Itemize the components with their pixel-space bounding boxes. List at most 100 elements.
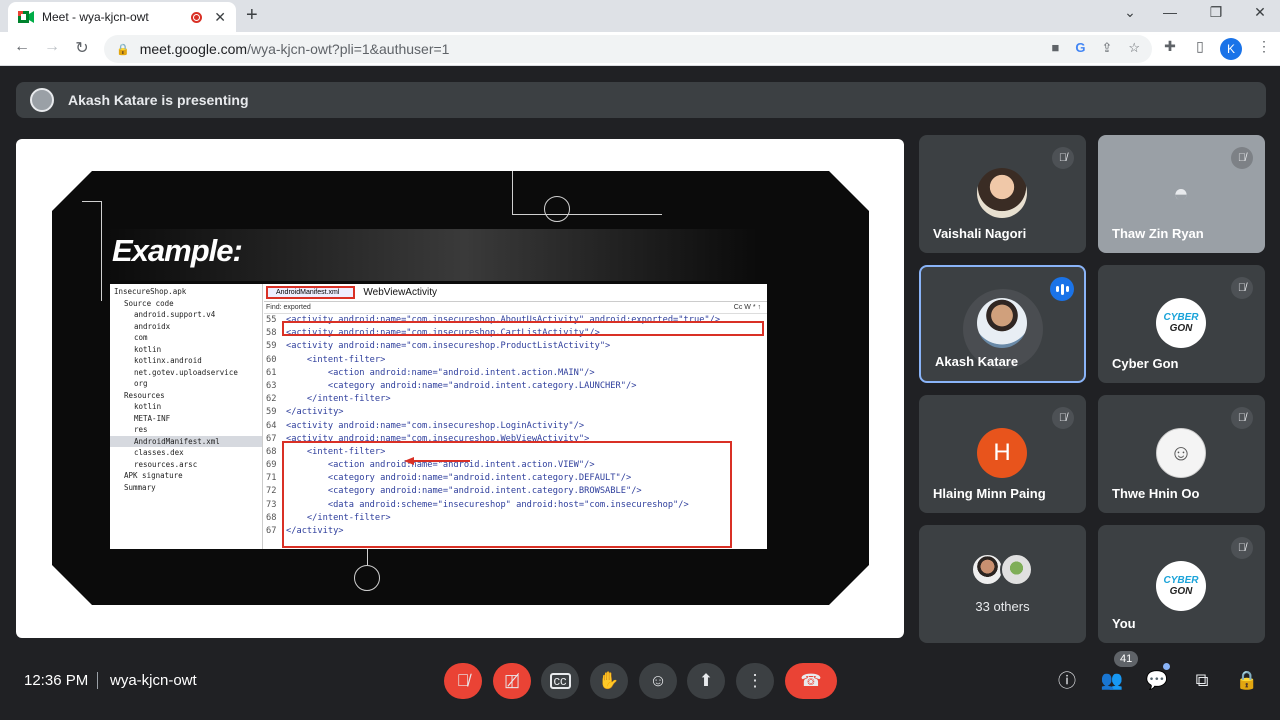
tree-item: Summary — [124, 482, 156, 492]
browser-toolbar: ← → ↻ 🔒 meet.google.com /wya-kjcn-owt?pl… — [0, 32, 1280, 66]
participant-photo — [977, 298, 1027, 348]
tree-item: APK signature — [124, 471, 183, 480]
camera-off-avatar-icon: ◓ — [1173, 177, 1189, 208]
tab-search-icon[interactable]: ⌄ — [1120, 4, 1140, 21]
close-tab-icon[interactable]: ✕ — [214, 9, 226, 26]
profile-avatar[interactable]: K — [1220, 38, 1242, 60]
tab-webviewactivity: WebViewActivity — [363, 287, 437, 298]
more-options-button[interactable]: ⋮ — [736, 663, 774, 699]
meeting-info-button[interactable]: ⓘ — [1054, 667, 1080, 693]
mic-off-icon: 🎙̸ — [1231, 147, 1253, 169]
present-button[interactable]: ⬆︎ — [687, 663, 725, 699]
slide-decoration — [82, 201, 102, 301]
raise-hand-button[interactable]: ✋ — [590, 663, 628, 699]
logo-line-2: GON — [1169, 323, 1193, 334]
tree-item: META-INF — [134, 413, 171, 423]
participant-tile-active[interactable]: Akash Katare — [919, 265, 1086, 383]
reload-icon[interactable]: ↻ — [72, 38, 92, 58]
presentation-stage: Example: InsecureShop.apk Source code andr… — [16, 139, 904, 638]
line-number: 62 — [266, 394, 277, 405]
mic-off-icon: 🎙̸ — [1231, 407, 1253, 429]
camera-toggle-button[interactable]: ◫̸ — [493, 663, 531, 699]
browser-tab[interactable]: Meet - wya-kjcn-owt ✕ — [8, 2, 236, 32]
divider — [97, 672, 98, 689]
google-icon[interactable]: G — [1075, 40, 1085, 56]
tree-item: Source code — [124, 298, 174, 308]
cyber-gon-logo: CYBER GON — [1156, 298, 1206, 348]
others-count: 33 others — [975, 599, 1030, 614]
forward-icon[interactable]: → — [42, 38, 62, 56]
presenting-banner: Akash Katare is presenting — [16, 82, 1266, 118]
hand-icon: ✋ — [598, 671, 620, 690]
mic-off-icon: 🎙̸ — [1231, 537, 1253, 559]
file-tree: InsecureShop.apk Source code android.suppo… — [110, 284, 263, 549]
chat-button[interactable]: 💬 — [1144, 667, 1170, 693]
logo-line-2: GON — [1169, 586, 1193, 597]
people-button[interactable]: 👥 — [1099, 667, 1125, 693]
mic-toggle-button[interactable]: 🎙̸ — [444, 663, 482, 699]
speaking-indicator-icon — [1050, 277, 1074, 301]
code-line: 64 <activity android:name="com.insecuresh… — [264, 420, 767, 433]
maximize-button[interactable]: ❐ — [1206, 4, 1226, 21]
activities-button[interactable]: ⧉ — [1189, 667, 1215, 693]
participant-tile[interactable]: ◓ 🎙̸ Thaw Zin Ryan — [1098, 135, 1265, 253]
code-line: 63 <category android:name="android.inten… — [264, 380, 767, 393]
minimize-button[interactable]: — — [1160, 4, 1180, 20]
participant-tile[interactable]: CYBER GON 🎙̸ Cyber Gon — [1098, 265, 1265, 383]
line-number: 64 — [266, 420, 277, 431]
close-window-button[interactable]: ✕ — [1250, 4, 1270, 21]
reactions-button[interactable]: ☺ — [639, 663, 677, 699]
find-tools: Cc W * ↑ — [733, 304, 761, 311]
address-bar[interactable]: 🔒 meet.google.com /wya-kjcn-owt?pli=1&au… — [104, 35, 1152, 63]
participant-photo: ☺ — [1156, 428, 1206, 478]
decompiler-window: InsecureShop.apk Source code android.suppo… — [110, 284, 767, 549]
participant-name: Thwe Hnin Oo — [1112, 486, 1200, 501]
self-tile[interactable]: CYBER GON 🎙̸ You — [1098, 525, 1265, 643]
code-line: 60 <intent-filter> — [264, 354, 767, 367]
recording-icon — [191, 11, 203, 23]
line-number: 59 — [266, 341, 277, 352]
menu-icon[interactable]: ⋮ — [1254, 38, 1274, 55]
participant-tile[interactable]: H 🎙̸ Hlaing Minn Paing — [919, 395, 1086, 513]
mic-off-icon: 🎙̸ — [1231, 277, 1253, 299]
code-line: 62 </intent-filter> — [264, 393, 767, 406]
extensions-icon[interactable]: ✚ — [1160, 38, 1180, 55]
tree-item: Resources — [124, 390, 165, 400]
phone-hangup-icon: ☎ — [800, 671, 822, 690]
logo-line-1: CYBER — [1163, 575, 1199, 586]
participant-tile[interactable]: 🎙̸ Vaishali Nagori — [919, 135, 1086, 253]
presenter-avatar — [30, 88, 54, 112]
highlight-exported-activity — [282, 321, 764, 336]
more-vert-icon: ⋮ — [746, 671, 764, 690]
tree-item: AndroidManifest.xml — [110, 435, 262, 447]
slide: Example: InsecureShop.apk Source code andr… — [52, 171, 869, 605]
share-icon[interactable]: ⇪ — [1101, 40, 1112, 56]
leave-call-button[interactable]: ☎ — [785, 663, 837, 699]
tree-item: kotlin — [134, 402, 162, 411]
participant-name: You — [1112, 616, 1136, 631]
find-bar: Find: exported Cc W * ↑ — [264, 302, 767, 314]
code-text: <activity android:name="com.insecureshop… — [286, 420, 585, 431]
slide-title: Example: — [112, 233, 243, 268]
new-tab-button[interactable]: + — [246, 4, 258, 27]
camera-icon[interactable]: ■ — [1051, 40, 1059, 56]
host-controls-button[interactable]: 🔒 — [1234, 667, 1260, 693]
back-icon[interactable]: ← — [12, 38, 32, 56]
highlight-webview-activity — [282, 441, 732, 548]
activities-icon: ⧉ — [1195, 669, 1209, 690]
bookmark-star-icon[interactable]: ☆ — [1128, 40, 1140, 56]
others-tile[interactable]: 33 others — [919, 525, 1086, 643]
captions-icon: cc — [549, 673, 571, 689]
logo-line-1: CYBER — [1163, 312, 1199, 323]
tree-item: classes.dex — [134, 448, 184, 457]
captions-button[interactable]: cc — [541, 663, 579, 699]
side-panel-icon[interactable]: ▯ — [1190, 38, 1210, 55]
participant-name: Vaishali Nagori — [933, 226, 1027, 241]
others-avatars — [971, 553, 1033, 586]
tree-item: InsecureShop.apk — [114, 287, 187, 296]
participant-tile[interactable]: ☺ 🎙̸ Thwe Hnin Oo — [1098, 395, 1265, 513]
tree-item: com — [134, 333, 148, 342]
tree-item: res — [134, 425, 148, 434]
line-number: 60 — [266, 354, 277, 365]
present-screen-icon: ⬆︎ — [698, 671, 714, 690]
